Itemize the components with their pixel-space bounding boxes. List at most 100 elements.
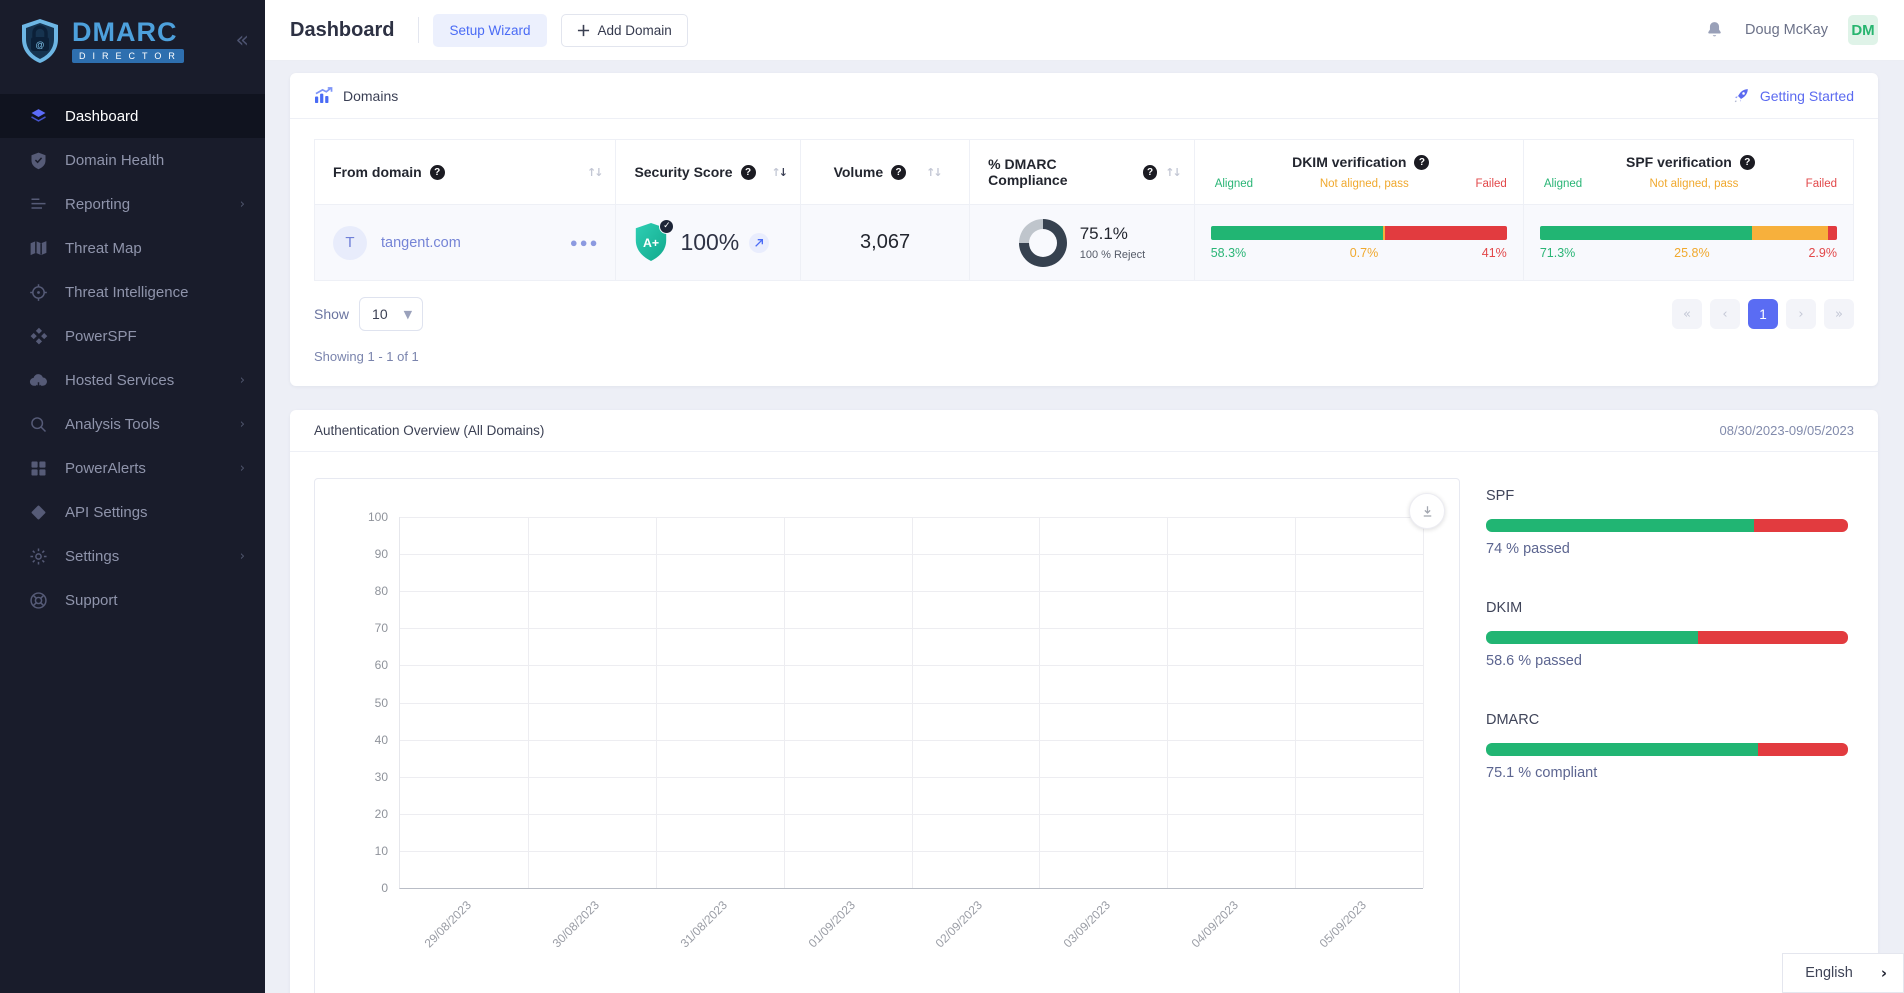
y-axis-tick-label: 90 bbox=[375, 547, 388, 561]
question-icon[interactable] bbox=[891, 165, 906, 180]
auth-bar-chart: 010203040506070809010029/08/202330/08/20… bbox=[314, 478, 1460, 993]
pagination-next-button[interactable] bbox=[1786, 299, 1816, 329]
sidebar-item-label: Support bbox=[65, 592, 118, 609]
security-score-value: 100% bbox=[680, 229, 739, 256]
stat-label: DKIM bbox=[1486, 600, 1848, 616]
shield-lock-logo-icon: @ bbox=[18, 17, 62, 65]
add-domain-button[interactable]: Add Domain bbox=[561, 14, 688, 47]
sidebar-item-reporting[interactable]: Reporting› bbox=[0, 182, 265, 226]
user-name[interactable]: Doug McKay bbox=[1745, 22, 1828, 38]
sidebar-item-label: Reporting bbox=[65, 196, 130, 213]
pagination-page-1-button[interactable]: 1 bbox=[1748, 299, 1778, 329]
logo-title: DMARC bbox=[72, 19, 184, 46]
layers-icon bbox=[28, 106, 49, 127]
y-axis-tick-label: 80 bbox=[375, 584, 388, 598]
getting-started-label: Getting Started bbox=[1760, 88, 1854, 104]
question-icon[interactable] bbox=[1143, 165, 1158, 180]
chart-icon bbox=[314, 87, 333, 104]
auth-overview-card: Authentication Overview (All Domains) 08… bbox=[290, 410, 1878, 993]
pagination-last-button[interactable] bbox=[1824, 299, 1854, 329]
sort-icon[interactable] bbox=[587, 166, 601, 179]
auth-side-stats: SPF74 % passedDKIM58.6 % passedDMARC75.1… bbox=[1482, 478, 1854, 824]
question-icon[interactable] bbox=[430, 165, 445, 180]
sidebar-item-label: PowerSPF bbox=[65, 328, 137, 345]
language-selector[interactable]: English › bbox=[1782, 953, 1904, 993]
sidebar-item-threat-map[interactable]: Threat Map bbox=[0, 226, 265, 270]
sidebar-menu: DashboardDomain HealthReporting›Threat M… bbox=[0, 82, 265, 622]
topbar: Dashboard Setup Wizard Add Domain Doug M… bbox=[265, 0, 1904, 60]
sidebar-item-powerspf[interactable]: PowerSPF bbox=[0, 314, 265, 358]
y-axis-tick-label: 10 bbox=[375, 844, 388, 858]
sort-icon[interactable] bbox=[772, 166, 786, 179]
page-size-value: 10 bbox=[372, 306, 388, 322]
bell-icon[interactable] bbox=[1704, 19, 1725, 41]
date-range[interactable]: 08/30/2023-09/05/2023 bbox=[1720, 423, 1854, 438]
chevron-down-icon: ▼ bbox=[404, 308, 412, 321]
chevron-right-icon: › bbox=[240, 549, 245, 564]
getting-started-link[interactable]: Getting Started bbox=[1732, 86, 1854, 105]
chevron-right-icon: › bbox=[240, 461, 245, 476]
compliance-value: 75.1% bbox=[1080, 224, 1145, 244]
sidebar-collapse-icon[interactable]: « bbox=[236, 30, 249, 52]
dkim-notaligned-value: 0.7% bbox=[1350, 246, 1379, 260]
target-icon bbox=[28, 282, 49, 303]
spf-notaligned-value: 25.8% bbox=[1674, 246, 1709, 260]
question-icon[interactable] bbox=[741, 165, 756, 180]
setup-wizard-button[interactable]: Setup Wizard bbox=[433, 14, 546, 47]
app-logo: @ DMARC DIRECTOR « bbox=[0, 0, 265, 82]
grid-icon bbox=[28, 458, 49, 479]
sort-icon[interactable] bbox=[1165, 166, 1179, 179]
domain-link[interactable]: tangent.com bbox=[381, 235, 461, 251]
spf-aligned-value: 71.3% bbox=[1540, 246, 1575, 260]
stat-caption: 75.1 % compliant bbox=[1486, 765, 1848, 781]
sidebar-item-support[interactable]: Support bbox=[0, 578, 265, 622]
row-actions-menu-icon[interactable]: ●●● bbox=[570, 235, 600, 250]
dkim-aligned-value: 58.3% bbox=[1211, 246, 1246, 260]
stat-label: DMARC bbox=[1486, 712, 1848, 728]
dkim-aligned-label: Aligned bbox=[1215, 178, 1253, 190]
page-title: Dashboard bbox=[290, 19, 394, 42]
dkim-verification-bar bbox=[1211, 226, 1507, 240]
user-avatar[interactable]: DM bbox=[1848, 15, 1878, 45]
spf-notaligned-label: Not aligned, pass bbox=[1650, 178, 1739, 190]
pagination-prev-button[interactable] bbox=[1710, 299, 1740, 329]
col-dkim-verification: DKIM verification bbox=[1292, 154, 1406, 170]
sidebar-item-label: Settings bbox=[65, 548, 119, 565]
sidebar-item-label: Analysis Tools bbox=[65, 416, 160, 433]
sidebar-item-threat-intelligence[interactable]: Threat Intelligence bbox=[0, 270, 265, 314]
chevron-right-icon: › bbox=[1881, 964, 1887, 982]
y-axis-tick-label: 30 bbox=[375, 770, 388, 784]
report-lines-icon bbox=[28, 194, 49, 215]
domain-initial-avatar: T bbox=[333, 226, 367, 260]
sidebar-item-api-settings[interactable]: API Settings bbox=[0, 490, 265, 534]
plus-icon bbox=[577, 24, 590, 37]
sidebar-item-label: Threat Map bbox=[65, 240, 142, 257]
x-axis-tick-label: 30/08/2023 bbox=[549, 898, 601, 950]
chart-download-button[interactable] bbox=[1409, 493, 1445, 529]
x-axis-tick-label: 01/09/2023 bbox=[805, 898, 857, 950]
question-icon[interactable] bbox=[1740, 155, 1755, 170]
sidebar-item-poweralerts[interactable]: PowerAlerts› bbox=[0, 446, 265, 490]
x-axis-tick-label: 02/09/2023 bbox=[933, 898, 985, 950]
map-icon bbox=[28, 238, 49, 259]
sidebar-item-domain-health[interactable]: Domain Health bbox=[0, 138, 265, 182]
pagination: 1 bbox=[1672, 299, 1854, 329]
pagination-first-button[interactable] bbox=[1672, 299, 1702, 329]
sidebar-item-settings[interactable]: Settings › bbox=[0, 534, 265, 578]
sidebar-item-dashboard[interactable]: Dashboard bbox=[0, 94, 265, 138]
sidebar-item-label: Hosted Services bbox=[65, 372, 174, 389]
sidebar-item-hosted-services[interactable]: Hosted Services› bbox=[0, 358, 265, 402]
stat-progress-bar bbox=[1486, 743, 1848, 756]
stat-progress-bar bbox=[1486, 519, 1848, 532]
page-size-select[interactable]: 10 ▼ bbox=[359, 297, 423, 331]
stat-dkim: DKIM58.6 % passed bbox=[1486, 600, 1848, 669]
diamond-cluster-icon bbox=[28, 326, 49, 347]
score-detail-link[interactable] bbox=[749, 233, 769, 253]
question-icon[interactable] bbox=[1414, 155, 1429, 170]
sort-icon[interactable] bbox=[926, 166, 940, 179]
stat-dmarc: DMARC 75.1 % compliant bbox=[1486, 712, 1848, 781]
sidebar-item-analysis-tools[interactable]: Analysis Tools› bbox=[0, 402, 265, 446]
cloud-icon bbox=[28, 370, 49, 391]
stat-progress-bar bbox=[1486, 631, 1848, 644]
sidebar: @ DMARC DIRECTOR « DashboardDomain Healt… bbox=[0, 0, 265, 993]
